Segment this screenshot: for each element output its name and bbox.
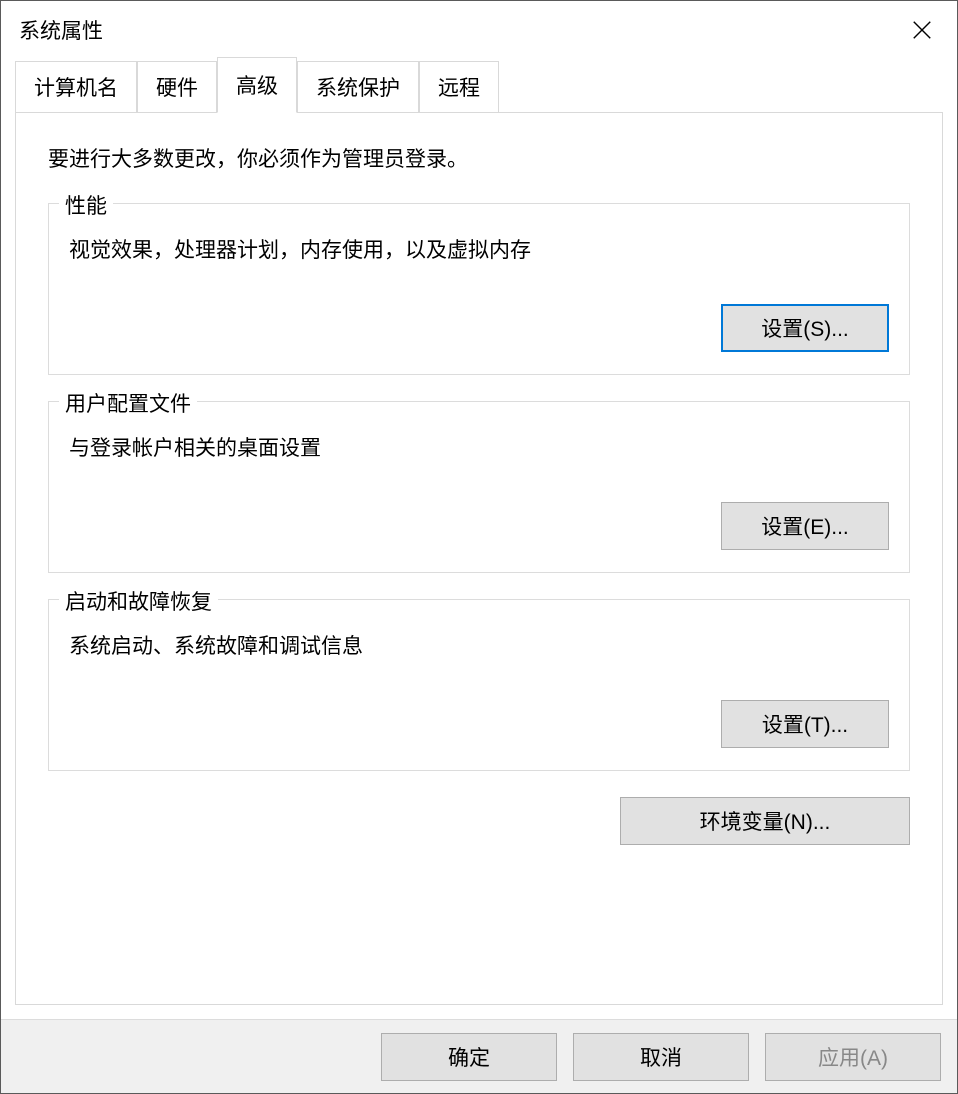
apply-button[interactable]: 应用(A) (765, 1033, 941, 1081)
close-icon (911, 19, 933, 41)
environment-variables-button[interactable]: 环境变量(N)... (620, 797, 910, 845)
group-startup-recovery: 启动和故障恢复 系统启动、系统故障和调试信息 设置(T)... (48, 599, 910, 771)
user-profiles-settings-button[interactable]: 设置(E)... (721, 502, 889, 550)
ok-button[interactable]: 确定 (381, 1033, 557, 1081)
group-user-profiles-button-row: 设置(E)... (69, 502, 889, 550)
group-startup-recovery-legend: 启动和故障恢复 (59, 586, 218, 616)
group-performance-legend: 性能 (59, 190, 113, 220)
group-performance-desc: 视觉效果，处理器计划，内存使用，以及虚拟内存 (69, 234, 889, 264)
close-button[interactable] (887, 1, 957, 59)
group-user-profiles-legend: 用户配置文件 (59, 388, 197, 418)
tabs-row: 计算机名 硬件 高级 系统保护 远程 (15, 65, 943, 113)
tab-computer-name[interactable]: 计算机名 (15, 61, 137, 113)
group-user-profiles: 用户配置文件 与登录帐户相关的桌面设置 设置(E)... (48, 401, 910, 573)
group-performance-button-row: 设置(S)... (69, 304, 889, 352)
group-user-profiles-desc: 与登录帐户相关的桌面设置 (69, 432, 889, 462)
group-startup-recovery-desc: 系统启动、系统故障和调试信息 (69, 630, 889, 660)
startup-recovery-settings-button[interactable]: 设置(T)... (721, 700, 889, 748)
tab-system-protection[interactable]: 系统保护 (297, 61, 419, 113)
titlebar: 系统属性 (1, 1, 957, 59)
cancel-button[interactable]: 取消 (573, 1033, 749, 1081)
admin-notice: 要进行大多数更改，你必须作为管理员登录。 (48, 143, 910, 173)
group-startup-recovery-button-row: 设置(T)... (69, 700, 889, 748)
window-title: 系统属性 (19, 15, 103, 45)
tab-advanced[interactable]: 高级 (217, 57, 297, 113)
performance-settings-button[interactable]: 设置(S)... (721, 304, 889, 352)
group-performance: 性能 视觉效果，处理器计划，内存使用，以及虚拟内存 设置(S)... (48, 203, 910, 375)
content-area: 计算机名 硬件 高级 系统保护 远程 要进行大多数更改，你必须作为管理员登录。 … (1, 59, 957, 1019)
tab-hardware[interactable]: 硬件 (137, 61, 217, 113)
dialog-button-row: 确定 取消 应用(A) (1, 1019, 957, 1093)
tab-remote[interactable]: 远程 (419, 61, 499, 113)
tab-panel-advanced: 要进行大多数更改，你必须作为管理员登录。 性能 视觉效果，处理器计划，内存使用，… (15, 112, 943, 1005)
system-properties-dialog: 系统属性 计算机名 硬件 高级 系统保护 远程 要进行大多数更改，你必须作为管理… (0, 0, 958, 1094)
env-vars-row: 环境变量(N)... (48, 797, 910, 845)
